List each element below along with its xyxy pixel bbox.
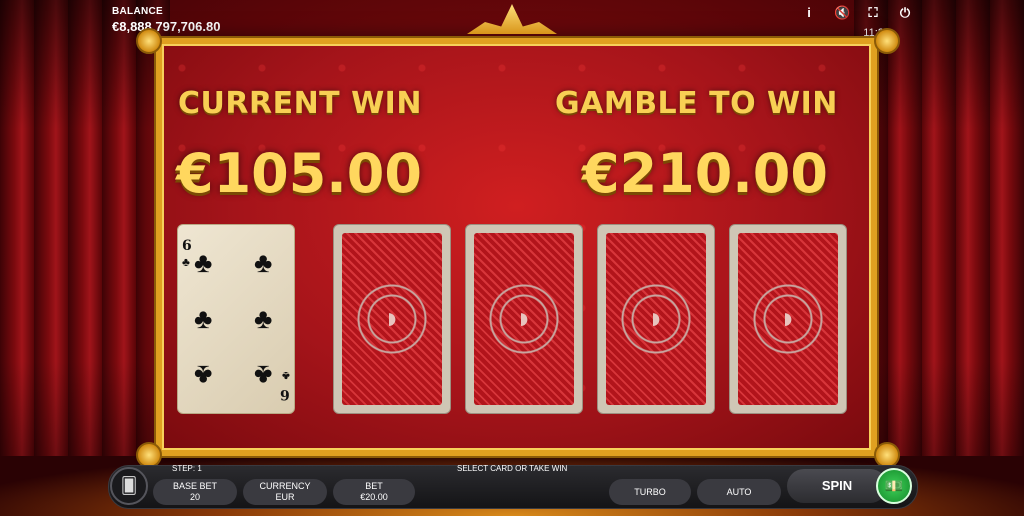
power-icon[interactable]: ⏻ xyxy=(898,5,912,21)
crown-ornament xyxy=(467,4,557,34)
club-icon: ♣ xyxy=(254,303,273,334)
club-icon: ♣ xyxy=(182,255,190,269)
gamble-cards-button[interactable]: 🂠 xyxy=(110,467,148,505)
right-curtain xyxy=(854,0,1024,516)
spin-button[interactable]: SPIN xyxy=(787,469,887,503)
cash-icon: 💵 xyxy=(884,478,904,495)
bet-label: BET xyxy=(365,481,383,491)
balance-value: €8,888,797,706.80 xyxy=(112,19,221,34)
cards-icon: 🂠 xyxy=(120,478,138,495)
current-win-amount: €105.00 xyxy=(176,142,422,205)
hidden-card[interactable] xyxy=(333,224,451,414)
auto-button[interactable]: AUTO xyxy=(697,479,781,505)
corner-ornament xyxy=(136,28,162,54)
balance-label: BALANCE xyxy=(112,6,163,17)
card-rank-bottom: 6 xyxy=(280,386,290,402)
card-back-pattern xyxy=(342,233,442,405)
hidden-card[interactable] xyxy=(465,224,583,414)
current-win-label: CURRENT WIN xyxy=(178,86,422,121)
dealer-card: 6 ♣ ♣ ♣ ♣ ♣ ♣ ♣ ♣ 6 xyxy=(177,224,295,414)
turbo-button[interactable]: TURBO xyxy=(609,479,691,505)
currency-display[interactable]: CURRENCY EUR xyxy=(243,479,327,505)
club-icon: ♣ xyxy=(254,360,273,391)
card-back-pattern xyxy=(738,233,838,405)
card-rank-top: 6 xyxy=(182,238,192,254)
club-icon: ♣ xyxy=(194,360,213,391)
step-indicator: STEP: 1 xyxy=(172,464,202,473)
club-icon: ♣ xyxy=(282,369,290,383)
collect-button[interactable]: 💵 xyxy=(876,468,912,504)
instruction-text: SELECT CARD OR TAKE WIN xyxy=(457,464,568,473)
top-icon-bar: i 🔇 ⛶ ⏻ xyxy=(802,5,912,21)
card-back-pattern xyxy=(606,233,706,405)
fullscreen-icon[interactable]: ⛶ xyxy=(866,5,880,21)
gamble-to-win-label: GAMBLE TO WIN xyxy=(555,86,838,121)
bet-display[interactable]: BET €20.00 xyxy=(333,479,415,505)
club-icon: ♣ xyxy=(254,247,273,278)
base-bet-label: BASE BET xyxy=(172,481,217,491)
corner-ornament xyxy=(874,28,900,54)
hidden-card[interactable] xyxy=(597,224,715,414)
info-icon[interactable]: i xyxy=(802,5,816,21)
left-curtain xyxy=(0,0,170,516)
bet-value: €20.00 xyxy=(360,492,388,502)
currency-value: EUR xyxy=(275,492,295,502)
base-bet-value: 20 xyxy=(189,492,200,502)
base-bet-display[interactable]: BASE BET 20 xyxy=(153,479,237,505)
mute-icon[interactable]: 🔇 xyxy=(834,5,850,21)
currency-label: CURRENCY xyxy=(259,481,311,491)
club-icon: ♣ xyxy=(194,303,213,334)
hidden-card[interactable] xyxy=(729,224,847,414)
gamble-to-win-amount: €210.00 xyxy=(582,142,828,205)
club-icon: ♣ xyxy=(194,247,213,278)
card-back-pattern xyxy=(474,233,574,405)
